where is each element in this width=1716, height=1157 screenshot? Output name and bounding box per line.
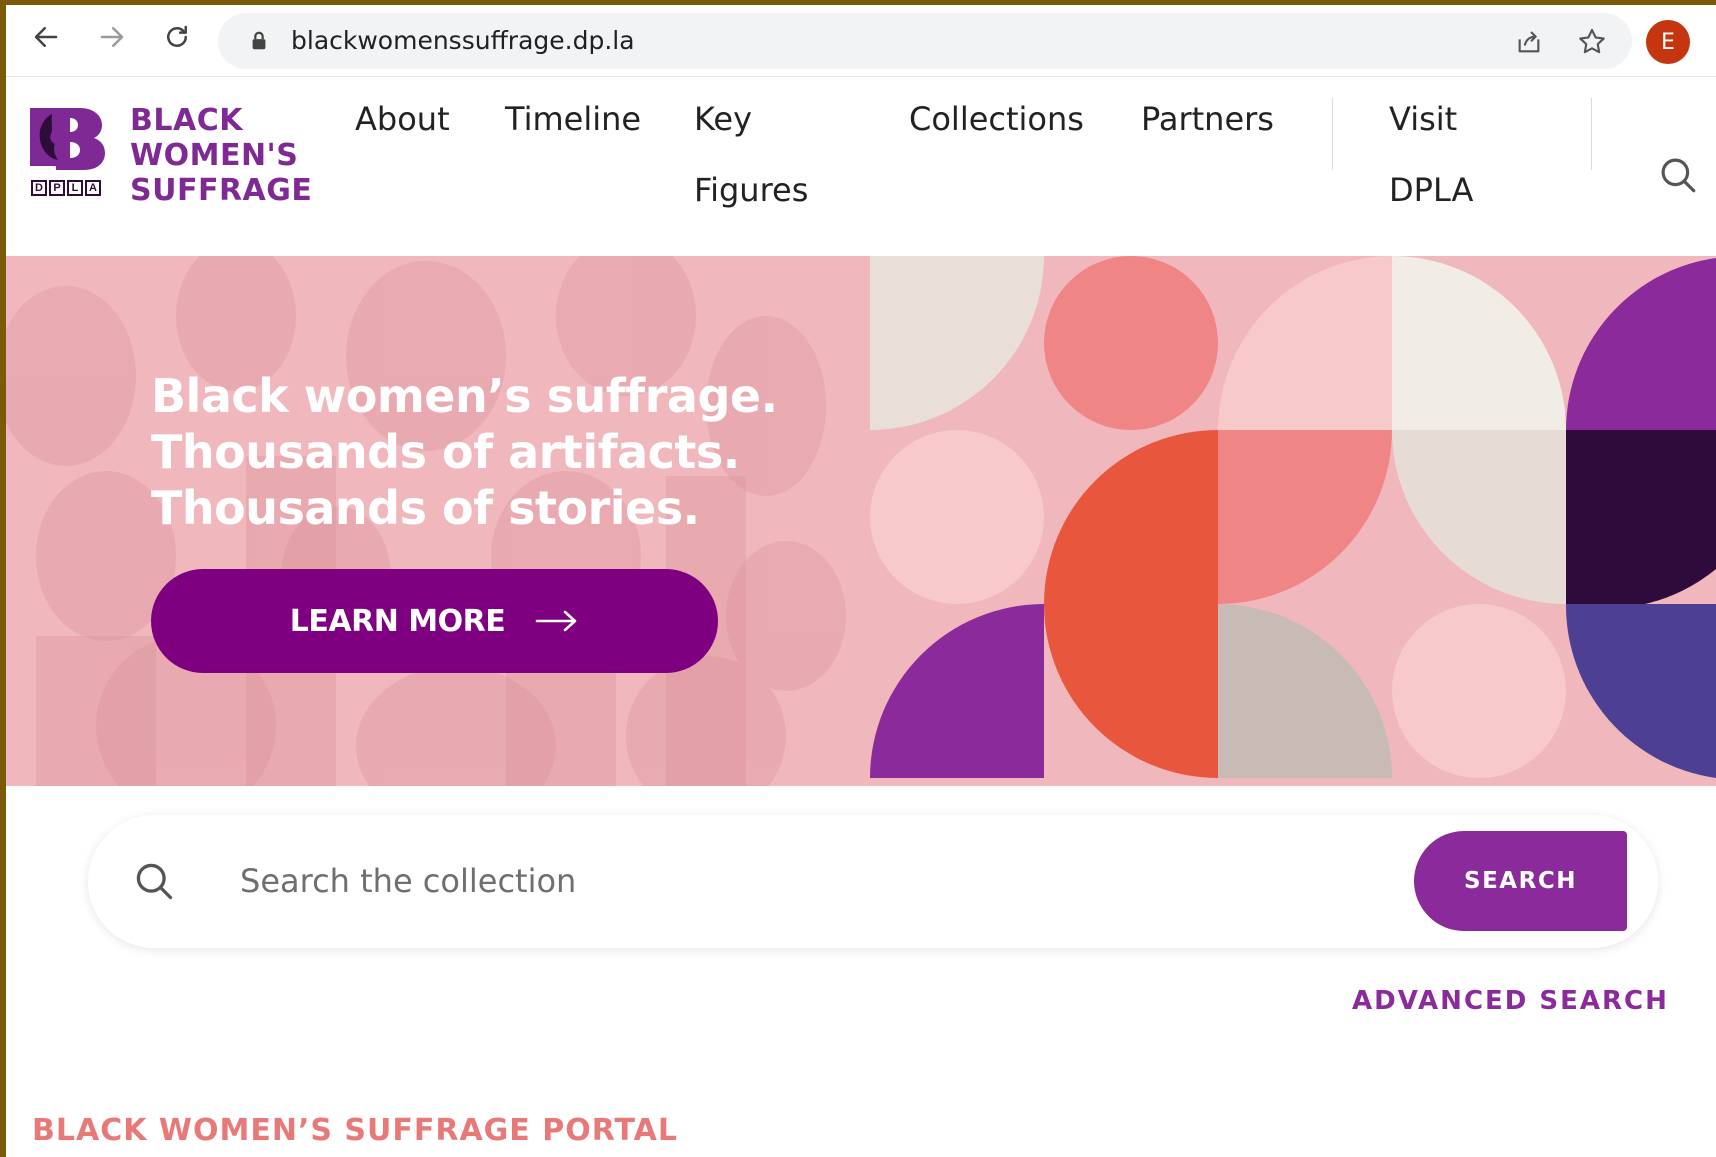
dpla-letter: L bbox=[67, 180, 83, 196]
star-icon[interactable] bbox=[1576, 26, 1608, 58]
nav-key-figures-line1[interactable]: Key bbox=[694, 84, 752, 154]
forward-button[interactable] bbox=[94, 19, 130, 55]
back-arrow-icon bbox=[34, 27, 58, 47]
nav-visit-line2[interactable]: DPLA bbox=[1389, 155, 1473, 225]
share-icon[interactable] bbox=[1513, 26, 1545, 58]
site-logo[interactable]: D P L A BLACK WOMEN'S SUFFRAGE bbox=[30, 103, 312, 208]
logo-wordmark: BLACK WOMEN'S SUFFRAGE bbox=[130, 103, 312, 208]
logo-line: SUFFRAGE bbox=[130, 173, 313, 208]
hero-heading-line: Thousands of stories. bbox=[151, 481, 700, 535]
search-icon[interactable] bbox=[1657, 154, 1699, 196]
dpla-letter: P bbox=[49, 180, 65, 196]
learn-more-label: LEARN MORE bbox=[289, 603, 506, 639]
nav-timeline[interactable]: Timeline bbox=[505, 84, 641, 154]
browser-window: blackwomenssuffrage.dp.la E D P L A BLAC… bbox=[6, 5, 1716, 1157]
logo-line: BLACK bbox=[130, 103, 243, 138]
search-input[interactable] bbox=[240, 851, 1360, 911]
profile-avatar[interactable]: E bbox=[1646, 20, 1690, 64]
nav-key-figures-line2[interactable]: Figures bbox=[694, 155, 808, 225]
profile-silhouette-icon bbox=[30, 108, 105, 170]
hero-banner: Black women’s suffrage. Thousands of art… bbox=[6, 256, 1716, 786]
search-button[interactable]: SEARCH bbox=[1414, 831, 1627, 931]
nav-visit-line1[interactable]: Visit bbox=[1389, 84, 1457, 154]
nav-collections[interactable]: Collections bbox=[909, 84, 1084, 154]
hero-heading: Black women’s suffrage. Thousands of art… bbox=[151, 368, 778, 536]
address-bar[interactable]: blackwomenssuffrage.dp.la bbox=[218, 13, 1632, 69]
forward-arrow-icon bbox=[100, 27, 124, 47]
back-button[interactable] bbox=[28, 19, 64, 55]
dpla-letter: A bbox=[85, 180, 101, 196]
url-text[interactable]: blackwomenssuffrage.dp.la bbox=[291, 26, 635, 56]
nav-divider bbox=[1332, 98, 1333, 170]
nav-partners[interactable]: Partners bbox=[1141, 84, 1274, 154]
advanced-search-link[interactable]: ADVANCED SEARCH bbox=[1352, 986, 1669, 1016]
section-title: BLACK WOMEN’S SUFFRAGE PORTAL bbox=[32, 1113, 678, 1148]
hero-heading-line: Black women’s suffrage. bbox=[151, 369, 778, 423]
dpla-letter: D bbox=[31, 180, 47, 196]
reload-button[interactable] bbox=[159, 19, 195, 55]
browser-toolbar: blackwomenssuffrage.dp.la E bbox=[6, 5, 1716, 77]
geometric-shapes-graphic bbox=[870, 256, 1716, 778]
collection-search-box: SEARCH bbox=[88, 815, 1658, 948]
site-header: D P L A BLACK WOMEN'S SUFFRAGE About Tim… bbox=[6, 78, 1716, 254]
dpla-logo: D P L A bbox=[31, 180, 101, 200]
search-icon bbox=[136, 863, 173, 900]
lock-icon[interactable] bbox=[248, 30, 270, 52]
learn-more-button[interactable]: LEARN MORE bbox=[151, 569, 718, 673]
nav-divider bbox=[1591, 98, 1592, 170]
arrow-right-icon bbox=[535, 610, 577, 632]
hero-heading-line: Thousands of artifacts. bbox=[151, 425, 740, 479]
nav-about[interactable]: About bbox=[355, 84, 450, 154]
reload-icon bbox=[167, 25, 187, 47]
logo-line: WOMEN'S bbox=[130, 138, 299, 173]
